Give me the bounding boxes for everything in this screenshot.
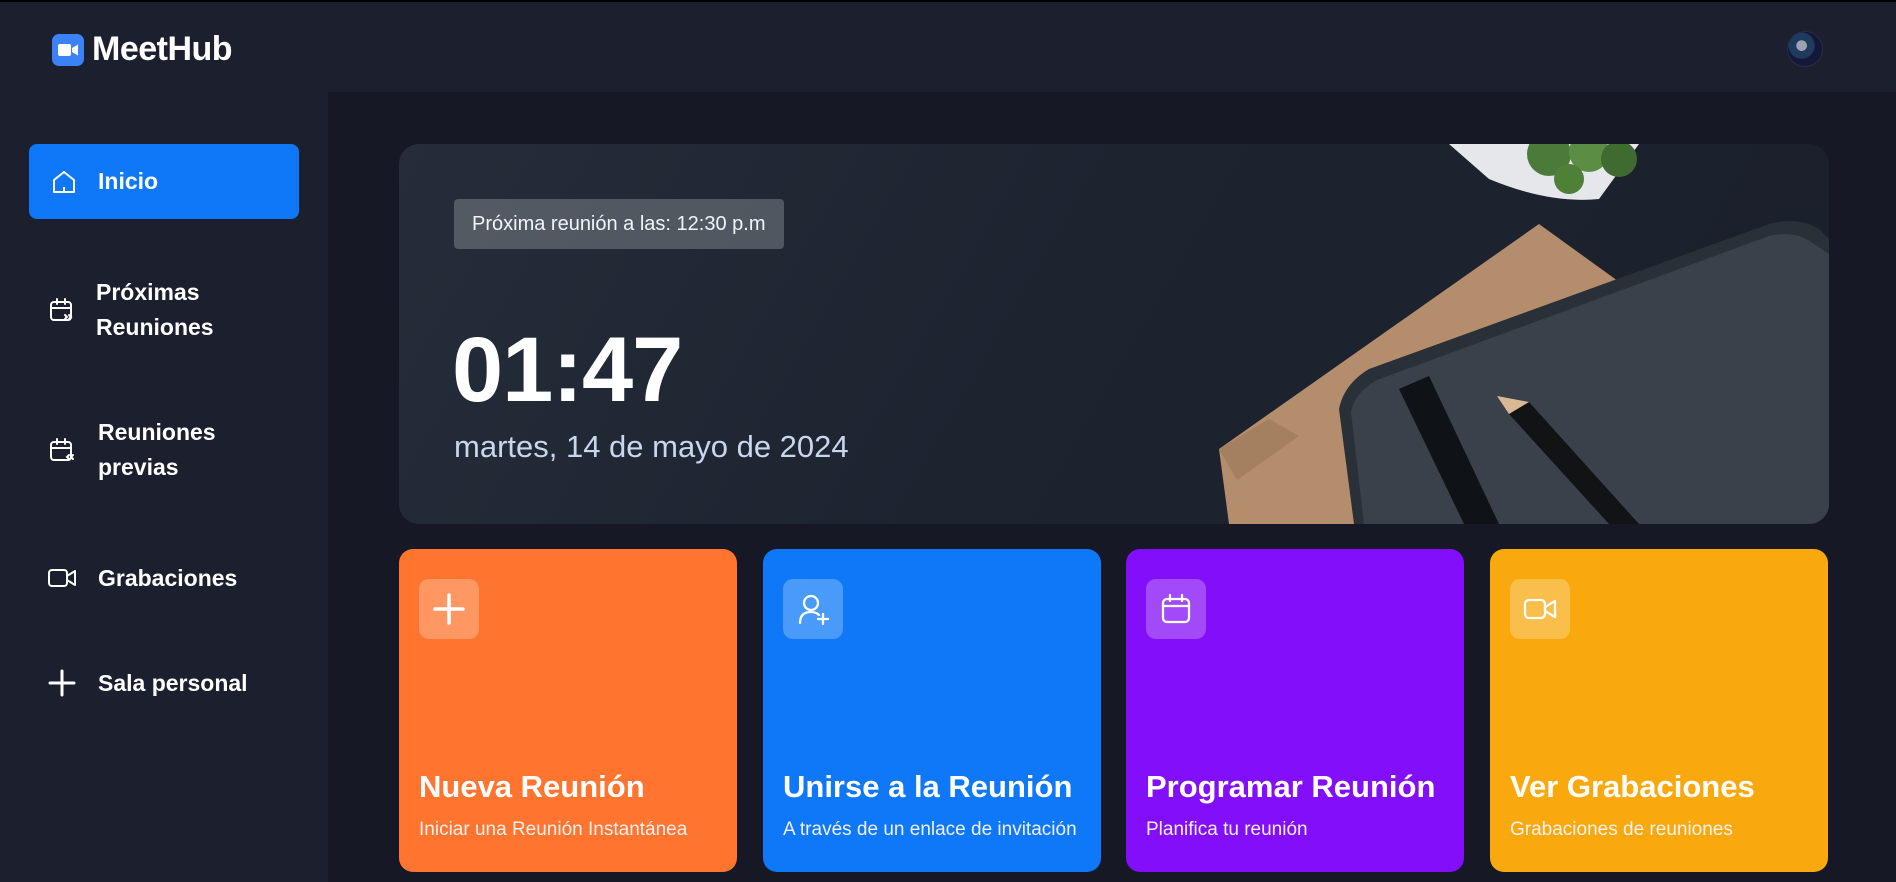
sidebar-item-grabaciones[interactable]: Grabaciones bbox=[29, 550, 299, 606]
hero-banner: Próxima reunión a las: 12:30 p.m 01:47 m… bbox=[399, 144, 1829, 524]
video-icon bbox=[1510, 579, 1570, 639]
calendar-upcoming-icon bbox=[47, 295, 77, 325]
sidebar-item-sala-personal[interactable]: Sala personal bbox=[29, 655, 299, 711]
card-title: Programar Reunión bbox=[1146, 769, 1436, 804]
sidebar-item-label: Próximas Reuniones bbox=[96, 279, 214, 340]
brand[interactable]: MeetHub bbox=[52, 30, 233, 69]
top-bar: MeetHub bbox=[0, 2, 1896, 92]
card-title: Ver Grabaciones bbox=[1510, 769, 1755, 804]
card-title: Nueva Reunión bbox=[419, 769, 645, 804]
current-time: 01:47 bbox=[452, 319, 683, 421]
home-icon bbox=[49, 167, 79, 197]
view-recordings-card[interactable]: Ver Grabaciones Grabaciones de reuniones bbox=[1490, 549, 1828, 872]
brand-name: MeetHub bbox=[92, 30, 233, 68]
user-avatar[interactable] bbox=[1787, 31, 1823, 67]
calendar-previous-icon bbox=[47, 435, 77, 465]
card-subtitle: Iniciar una Reunión Instantánea bbox=[419, 819, 688, 840]
sidebar: Inicio Próximas Reuniones Reuniones prev… bbox=[0, 92, 328, 882]
user-add-icon bbox=[783, 579, 843, 639]
card-title: Unirse a la Reunión bbox=[783, 769, 1073, 804]
new-meeting-card[interactable]: Nueva Reunión Iniciar una Reunión Instan… bbox=[399, 549, 737, 872]
card-subtitle: A través de un enlace de invitación bbox=[783, 819, 1077, 840]
current-date: martes, 14 de mayo de 2024 bbox=[454, 429, 849, 464]
plus-icon bbox=[47, 668, 77, 698]
schedule-meeting-card[interactable]: Programar Reunión Planifica tu reunión bbox=[1126, 549, 1464, 872]
main-content: Próxima reunión a las: 12:30 p.m 01:47 m… bbox=[328, 92, 1896, 882]
calendar-icon bbox=[1146, 579, 1206, 639]
sidebar-item-label: Grabaciones bbox=[98, 564, 238, 591]
card-subtitle: Grabaciones de reuniones bbox=[1510, 819, 1733, 840]
join-meeting-card[interactable]: Unirse a la Reunión A través de un enlac… bbox=[763, 549, 1101, 872]
sidebar-item-label: Sala personal bbox=[98, 669, 248, 696]
next-meeting-badge: Próxima reunión a las: 12:30 p.m bbox=[454, 199, 784, 249]
plus-icon bbox=[419, 579, 479, 639]
sidebar-item-label: Reuniones previas bbox=[98, 419, 216, 480]
card-subtitle: Planifica tu reunión bbox=[1146, 819, 1308, 840]
video-icon bbox=[47, 563, 77, 593]
sidebar-item-reuniones-previas[interactable]: Reuniones previas bbox=[29, 410, 299, 490]
sidebar-item-label: Inicio bbox=[98, 168, 159, 194]
sidebar-item-proximas-reuniones[interactable]: Próximas Reuniones bbox=[29, 270, 299, 350]
video-camera-logo-icon bbox=[52, 33, 84, 66]
sidebar-item-inicio[interactable]: Inicio bbox=[29, 144, 299, 219]
